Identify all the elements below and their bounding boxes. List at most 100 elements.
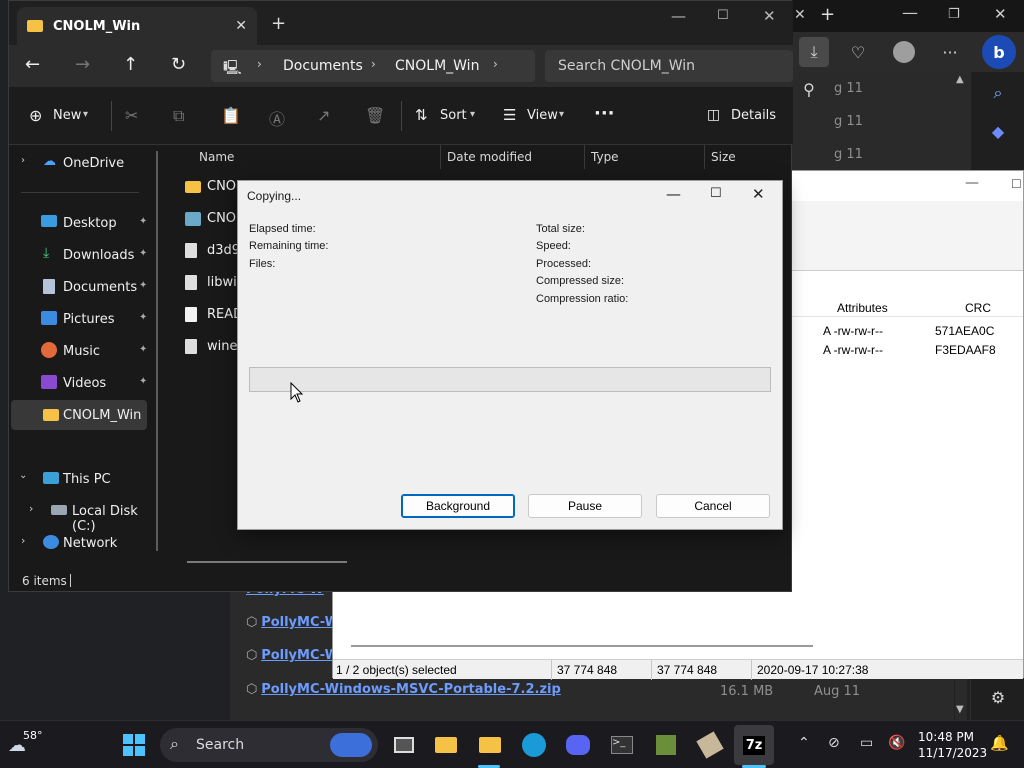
cut-icon[interactable]: ✂ — [125, 106, 138, 125]
new-tab-icon[interactable]: + — [820, 4, 835, 25]
taskbar-search[interactable]: ⌕ Search — [160, 728, 378, 762]
forward-icon[interactable]: → — [75, 54, 90, 75]
close-tab-icon[interactable]: ✕ — [794, 7, 806, 23]
new-button[interactable]: New — [53, 108, 81, 123]
list-item[interactable]: libwin — [185, 275, 245, 290]
minimize-icon[interactable]: — — [671, 7, 686, 25]
download-name[interactable]: PollyMC-W — [261, 648, 339, 663]
download-name[interactable]: PollyMC-W — [261, 615, 339, 630]
pin-icon[interactable]: ⚲ — [794, 74, 824, 104]
sidebar-item-downloads[interactable]: ⤓ Downloads ✦ — [11, 243, 155, 267]
chevron-right-icon[interactable]: › — [21, 534, 25, 547]
close-icon[interactable]: ✕ — [994, 5, 1007, 23]
list-item[interactable]: ⬡ PollyMC-W — [246, 615, 339, 630]
cancel-button[interactable]: Cancel — [656, 494, 770, 518]
copilot-sidebar-icon[interactable]: ◆ — [983, 116, 1013, 146]
clock-time[interactable]: 10:48 PM — [918, 730, 974, 744]
chevron-down-icon[interactable]: ⌄ — [19, 470, 27, 481]
file-explorer-icon[interactable] — [426, 725, 466, 765]
delete-icon[interactable]: 🗑 — [365, 106, 385, 125]
notification-bell-icon[interactable]: 🔔 — [990, 734, 1009, 752]
pin-icon[interactable]: ✦ — [139, 248, 147, 259]
sidebar-item-local-disk[interactable]: › Local Disk (C:) — [27, 499, 163, 534]
scrollbar[interactable] — [156, 151, 158, 551]
profile-avatar[interactable] — [889, 37, 919, 67]
minimize-icon[interactable]: — — [666, 185, 681, 203]
pin-icon[interactable]: ✦ — [139, 312, 147, 323]
start-button[interactable] — [114, 725, 154, 765]
minimize-icon[interactable]: — — [965, 175, 979, 191]
volume-muted-icon[interactable]: 🔇 — [888, 735, 905, 751]
list-item[interactable]: READ — [185, 307, 243, 322]
display-icon[interactable]: ▭ — [860, 735, 873, 751]
paste-icon[interactable]: 📋 — [221, 106, 241, 125]
pause-button[interactable]: Pause — [528, 494, 642, 518]
gear-icon[interactable]: ⚙ — [983, 682, 1013, 712]
list-item[interactable]: CNOL — [185, 179, 243, 194]
downloads-icon[interactable]: ⤓ — [799, 37, 829, 67]
sidebar-item-documents[interactable]: Documents ✦ — [11, 275, 155, 299]
breadcrumb-cnolm-win[interactable]: CNOLM_Win — [395, 50, 479, 82]
clock-date[interactable]: 11/17/2023 — [918, 746, 987, 760]
share-icon[interactable]: ↗ — [317, 106, 330, 125]
horizontal-scrollbar[interactable] — [187, 561, 347, 563]
terminal-icon[interactable]: >_ — [602, 725, 642, 765]
new-tab-icon[interactable]: + — [271, 13, 286, 34]
file-explorer-icon[interactable] — [470, 725, 510, 765]
refresh-icon[interactable]: ↻ — [171, 54, 186, 75]
list-item[interactable]: ⬡ PollyMC-W — [246, 648, 339, 663]
more-options-icon[interactable]: ··· — [935, 37, 965, 67]
task-view-icon[interactable] — [384, 725, 424, 765]
chevron-right-icon[interactable]: › — [29, 502, 33, 515]
archive-app-icon[interactable] — [690, 725, 730, 765]
horizontal-scrollbar[interactable] — [351, 645, 813, 647]
pin-icon[interactable]: ✦ — [139, 280, 147, 291]
maximize-icon[interactable]: ☐ — [710, 186, 722, 201]
close-icon[interactable]: ✕ — [752, 185, 765, 203]
breadcrumb[interactable]: 🖳 › Documents › CNOLM_Win › — [211, 50, 535, 82]
discord-icon[interactable] — [558, 725, 598, 765]
background-button[interactable]: Background — [401, 494, 515, 518]
pin-icon[interactable]: ✦ — [139, 216, 147, 227]
list-item[interactable]: d3d9. — [185, 243, 244, 258]
rename-icon[interactable]: Ⓐ — [269, 106, 285, 130]
column-date-modified[interactable]: Date modified — [447, 150, 532, 164]
network-off-icon[interactable]: ⊘ — [828, 735, 840, 751]
search-icon[interactable]: ⌕ — [983, 78, 1013, 108]
copy-icon[interactable]: ⧉ — [173, 106, 184, 126]
sidebar-item-cnolm-win[interactable]: CNOLM_Win — [11, 400, 147, 430]
edge-icon[interactable] — [514, 725, 554, 765]
up-icon[interactable]: ↑ — [123, 54, 138, 75]
sort-button[interactable]: Sort — [440, 108, 467, 123]
view-button[interactable]: View — [527, 108, 558, 123]
pin-icon[interactable]: ✦ — [139, 376, 147, 387]
breadcrumb-documents[interactable]: Documents — [283, 50, 363, 82]
column-size[interactable]: Size — [711, 150, 736, 164]
close-tab-icon[interactable]: ✕ — [235, 18, 247, 34]
weather-widget[interactable]: ☁ 58° — [8, 729, 68, 761]
maximize-icon[interactable]: ☐ — [717, 8, 729, 23]
sidebar-item-videos[interactable]: Videos ✦ — [11, 371, 155, 395]
pin-icon[interactable]: ✦ — [139, 344, 147, 355]
explorer-tab[interactable]: CNOLM_Win ✕ — [17, 7, 257, 45]
list-item[interactable]: CNOL — [185, 211, 243, 226]
chevron-right-icon[interactable]: › — [493, 57, 498, 71]
column-attributes[interactable]: Attributes — [837, 301, 888, 315]
column-crc[interactable]: CRC — [965, 301, 991, 315]
sevenzip-taskbar-icon[interactable]: 7z — [734, 725, 774, 765]
sidebar-item-network[interactable]: › Network — [19, 531, 159, 555]
scroll-up-icon[interactable]: ▲ — [956, 74, 964, 85]
restore-icon[interactable]: ❐ — [948, 7, 960, 22]
minimize-icon[interactable]: — — [902, 3, 918, 22]
download-name[interactable]: PollyMC-Windows-MSVC-Portable-7.2.zip — [261, 682, 561, 697]
details-button[interactable]: Details — [731, 108, 776, 123]
close-icon[interactable]: ✕ — [763, 7, 776, 25]
back-icon[interactable]: ← — [25, 54, 40, 75]
minecraft-icon[interactable] — [646, 725, 686, 765]
more-options-icon[interactable]: ··· — [594, 103, 615, 124]
copilot-icon[interactable]: b — [982, 35, 1016, 69]
health-icon[interactable]: ♡ — [843, 37, 873, 67]
chevron-up-icon[interactable]: ⌃ — [798, 735, 810, 751]
sidebar-item-this-pc[interactable]: ⌄ This PC — [19, 467, 159, 491]
sidebar-item-music[interactable]: Music ✦ — [11, 339, 155, 363]
